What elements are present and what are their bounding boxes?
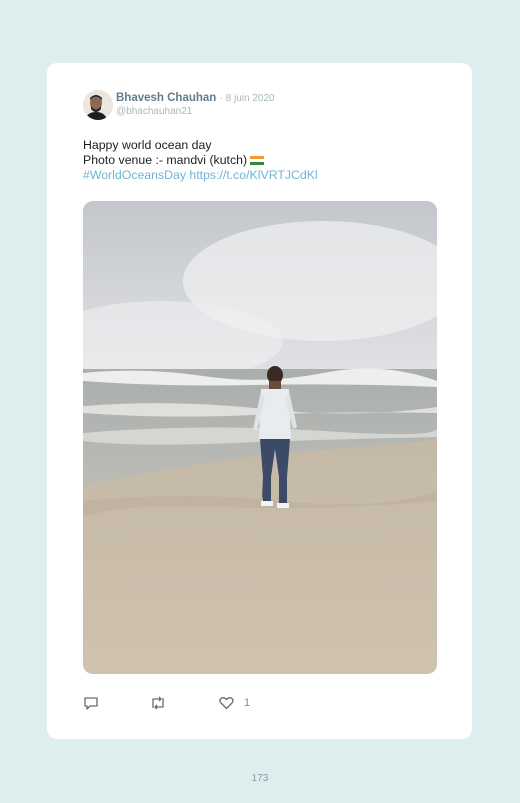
avatar[interactable]	[83, 90, 113, 120]
like-count: 1	[244, 697, 251, 709]
tweet-line-1: Happy world ocean day	[83, 138, 212, 152]
hashtag-link[interactable]: #WorldOceansDay	[83, 168, 186, 182]
tweet-date[interactable]: · 8 juin 2020	[220, 93, 275, 104]
author-line: Bhavesh Chauhan · 8 juin 2020	[116, 92, 275, 104]
author-name[interactable]: Bhavesh Chauhan	[116, 92, 216, 104]
heart-icon	[219, 696, 234, 710]
url-link[interactable]: https://t.co/KlVRTJCdKl	[189, 168, 317, 182]
retweet-button[interactable]	[149, 695, 167, 711]
tweet-line-2: Photo venue :- mandvi (kutch)	[83, 153, 443, 168]
tweet-photo[interactable]	[83, 201, 437, 674]
tweet-line-2-text: Photo venue :- mandvi (kutch)	[83, 153, 248, 167]
india-flag-icon	[250, 156, 265, 165]
retweet-icon	[149, 696, 167, 710]
tweet-actions: 1	[83, 695, 443, 711]
reply-icon	[83, 696, 99, 710]
like-button[interactable]: 1	[219, 695, 250, 711]
tweet-text: Happy world ocean day Photo venue :- man…	[83, 138, 443, 183]
page-number: 173	[251, 773, 269, 784]
tweet-line-3: #WorldOceansDay https://t.co/KlVRTJCdKl	[83, 168, 443, 183]
author-handle[interactable]: @bhachauhan21	[116, 106, 192, 117]
tweet-card: Bhavesh Chauhan · 8 juin 2020 @bhachauha…	[47, 63, 472, 739]
reply-button[interactable]	[83, 695, 99, 711]
